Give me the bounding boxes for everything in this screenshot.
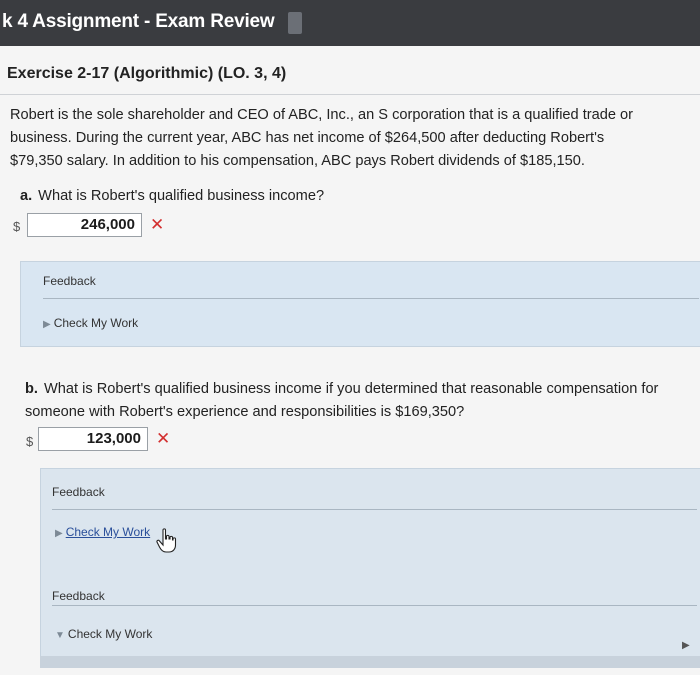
scroll-right-icon[interactable]: ▶ (682, 640, 690, 651)
divider (0, 94, 700, 95)
page-title: k 4 Assignment - Exam Review (2, 11, 275, 32)
incorrect-icon: ✕ (150, 215, 165, 234)
feedback-panel-b: Feedback ▶ Check My Work Feedback ▼ Check … (40, 468, 700, 660)
problem-line: business. During the current year, ABC h… (10, 130, 605, 146)
divider (52, 605, 697, 606)
divider (52, 509, 697, 510)
check-my-work-link[interactable]: ▶ Check My Work (55, 525, 150, 539)
exercise-content: Exercise 2-17 (Algorithmic) (LO. 3, 4) R… (0, 46, 700, 675)
question-text: What is Robert's qualified business inco… (25, 381, 659, 420)
problem-statement: Robert is the sole shareholder and CEO o… (10, 104, 700, 173)
check-my-work-label: Check My Work (65, 525, 151, 539)
bookmark-icon[interactable] (288, 12, 302, 34)
problem-line: Robert is the sole shareholder and CEO o… (10, 107, 634, 123)
check-my-work-label: Check My Work (53, 316, 139, 330)
question-b: b. What is Robert's qualified business in… (25, 378, 695, 424)
currency-symbol: $ (13, 219, 21, 234)
question-text: What is Robert's qualified business inco… (38, 188, 325, 204)
feedback-panel-a: Feedback ▶ Check My Work (20, 261, 700, 347)
divider (43, 298, 699, 299)
feedback-label: Feedback (43, 274, 96, 288)
hand-pointer-icon (156, 528, 177, 553)
currency-symbol: $ (26, 434, 34, 449)
answer-input-a[interactable]: 246,000 (27, 213, 142, 237)
expand-triangle-icon: ▶ (43, 319, 51, 330)
problem-line: $79,350 salary. In addition to his compe… (10, 153, 585, 169)
check-my-work-label: Check My Work (67, 627, 153, 641)
question-a: a. What is Robert's qualified business in… (20, 188, 324, 204)
check-my-work-toggle[interactable]: ▼ Check My Work (55, 627, 152, 641)
feedback-label: Feedback (52, 485, 105, 499)
question-letter: a. (20, 188, 33, 204)
exercise-title: Exercise 2-17 (Algorithmic) (LO. 3, 4) (7, 65, 287, 82)
expand-triangle-icon: ▶ (55, 528, 63, 539)
feedback-label: Feedback (52, 589, 105, 603)
scrollbar[interactable] (40, 656, 700, 668)
incorrect-icon: ✕ (156, 429, 171, 448)
title-bar: k 4 Assignment - Exam Review (0, 0, 700, 46)
check-my-work-toggle[interactable]: ▶ Check My Work (43, 316, 138, 330)
answer-input-b[interactable]: 123,000 (38, 427, 148, 451)
question-letter: b. (25, 381, 38, 397)
collapse-triangle-icon: ▼ (55, 630, 65, 641)
